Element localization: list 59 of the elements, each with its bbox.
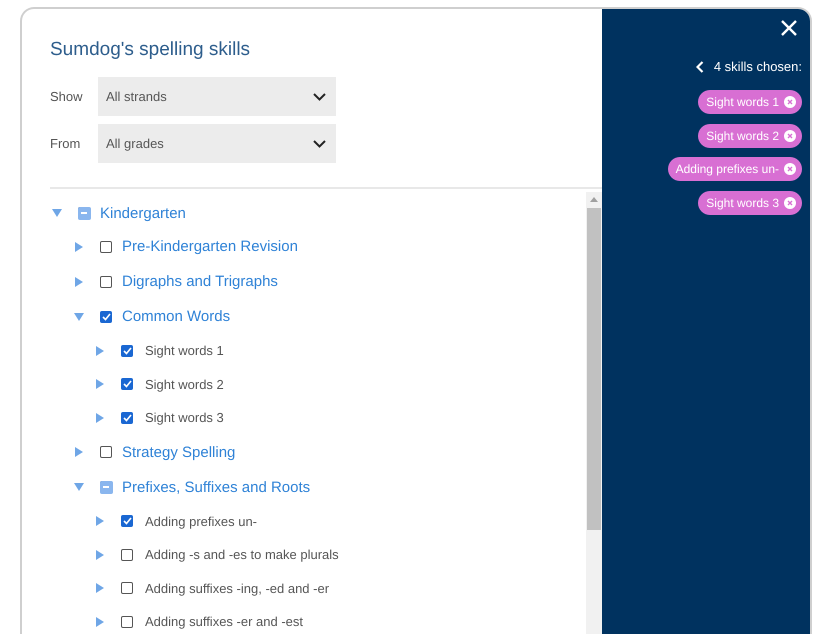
remove-icon [784, 130, 796, 142]
chevron-left-icon[interactable] [696, 60, 704, 72]
checkbox[interactable] [100, 276, 112, 288]
caret-down-icon[interactable] [74, 312, 84, 322]
remove-icon [784, 96, 796, 108]
checkbox[interactable] [78, 207, 90, 219]
filter-label: From [50, 136, 82, 151]
tree-item-label[interactable]: Adding -s and -es to make plurals [145, 547, 339, 562]
remove-icon [784, 196, 796, 208]
caret-right-icon[interactable] [95, 379, 105, 390]
checkbox[interactable] [121, 548, 133, 561]
chosen-count: 4 skills chosen: [714, 59, 802, 74]
caret-right-icon[interactable] [95, 550, 105, 560]
checkbox[interactable] [121, 582, 133, 594]
dropdown[interactable]: All grades [98, 124, 336, 163]
dialog-title: Sumdog's spelling skills [50, 39, 252, 61]
tree-item-label[interactable]: Digraphs and Trigraphs [122, 273, 278, 290]
tree-item-label[interactable]: Sight words 1 [145, 343, 224, 358]
skill-chip[interactable]: Sight words 3 [698, 190, 802, 214]
caret-down-icon[interactable] [74, 482, 84, 492]
skill-chip[interactable]: Sight words 2 [698, 124, 802, 148]
skill-chip[interactable]: Adding prefixes un- [668, 157, 802, 181]
caret-right-icon[interactable] [74, 447, 84, 457]
tree-item-label[interactable]: Adding prefixes un- [145, 514, 258, 529]
scroll-up-icon[interactable] [590, 197, 598, 202]
caret-right-icon[interactable] [95, 412, 105, 423]
checkbox[interactable] [100, 240, 112, 252]
tree-item-label[interactable]: Strategy Spelling [122, 444, 236, 460]
caret-right-icon[interactable] [95, 616, 105, 627]
chevron-down-icon [313, 140, 326, 148]
checkbox[interactable] [121, 412, 133, 424]
caret-right-icon[interactable] [74, 276, 84, 286]
scrollbar[interactable] [586, 192, 602, 634]
tree-item-label[interactable]: Sight words 2 [145, 376, 224, 392]
tree-item-label[interactable]: Adding suffixes -ing, -ed and -er [145, 580, 330, 596]
checkbox[interactable] [121, 378, 133, 390]
tree-item-label[interactable]: Pre-Kindergarten Revision [122, 238, 298, 255]
caret-right-icon[interactable] [95, 516, 105, 526]
tree-item-label[interactable]: Adding suffixes -er and -est [145, 614, 304, 630]
checkbox[interactable] [121, 616, 133, 628]
tree-item-label[interactable]: Prefixes, Suffixes and Roots [122, 478, 310, 496]
checkbox[interactable] [121, 344, 133, 357]
skill-chip[interactable]: Sight words 1 [698, 90, 802, 114]
remove-icon [784, 163, 796, 175]
checkbox[interactable] [100, 446, 112, 458]
caret-right-icon[interactable] [74, 242, 84, 252]
chevron-down-icon [313, 92, 326, 100]
caret-down-icon[interactable] [52, 208, 62, 218]
checkbox[interactable] [100, 310, 112, 322]
filter-label: Show [50, 89, 84, 104]
close-icon[interactable] [780, 19, 798, 37]
checkbox[interactable] [100, 481, 112, 493]
tree-item-label[interactable]: Sight words 3 [145, 410, 224, 426]
checkbox[interactable] [121, 515, 133, 528]
tree-item-label[interactable]: Common Words [122, 308, 230, 325]
dropdown[interactable]: All strands [98, 77, 336, 116]
tree-item-label[interactable]: Kindergarten [100, 204, 186, 222]
caret-right-icon[interactable] [95, 346, 105, 356]
caret-right-icon[interactable] [95, 583, 105, 594]
